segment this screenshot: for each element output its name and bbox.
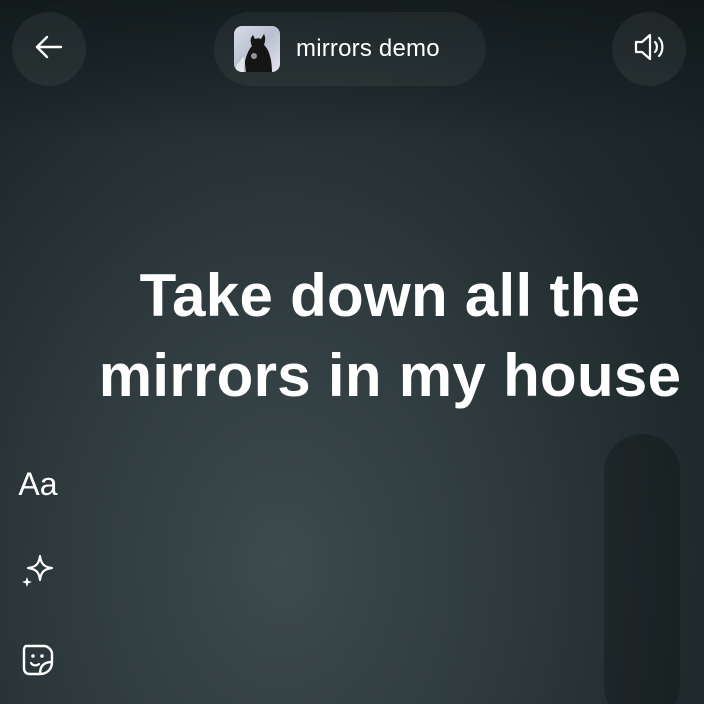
effects-button[interactable] <box>0 540 76 604</box>
lyric-text: Take down all the mirrors in my house <box>98 262 682 409</box>
song-title: mirrors demo <box>296 35 440 62</box>
arrow-left-icon <box>31 29 67 70</box>
avatar <box>234 26 280 72</box>
sticker-icon <box>18 640 58 685</box>
back-button[interactable] <box>12 12 86 86</box>
speaker-icon <box>631 29 667 70</box>
sound-button[interactable] <box>612 12 686 86</box>
text-tool-icon: Aa <box>18 465 58 502</box>
title-pill[interactable]: mirrors demo <box>214 12 486 86</box>
text-tool-button[interactable]: Aa <box>0 452 76 516</box>
sticker-button[interactable] <box>0 630 76 694</box>
sparkle-icon <box>18 550 58 595</box>
tool-rail <box>604 434 680 704</box>
